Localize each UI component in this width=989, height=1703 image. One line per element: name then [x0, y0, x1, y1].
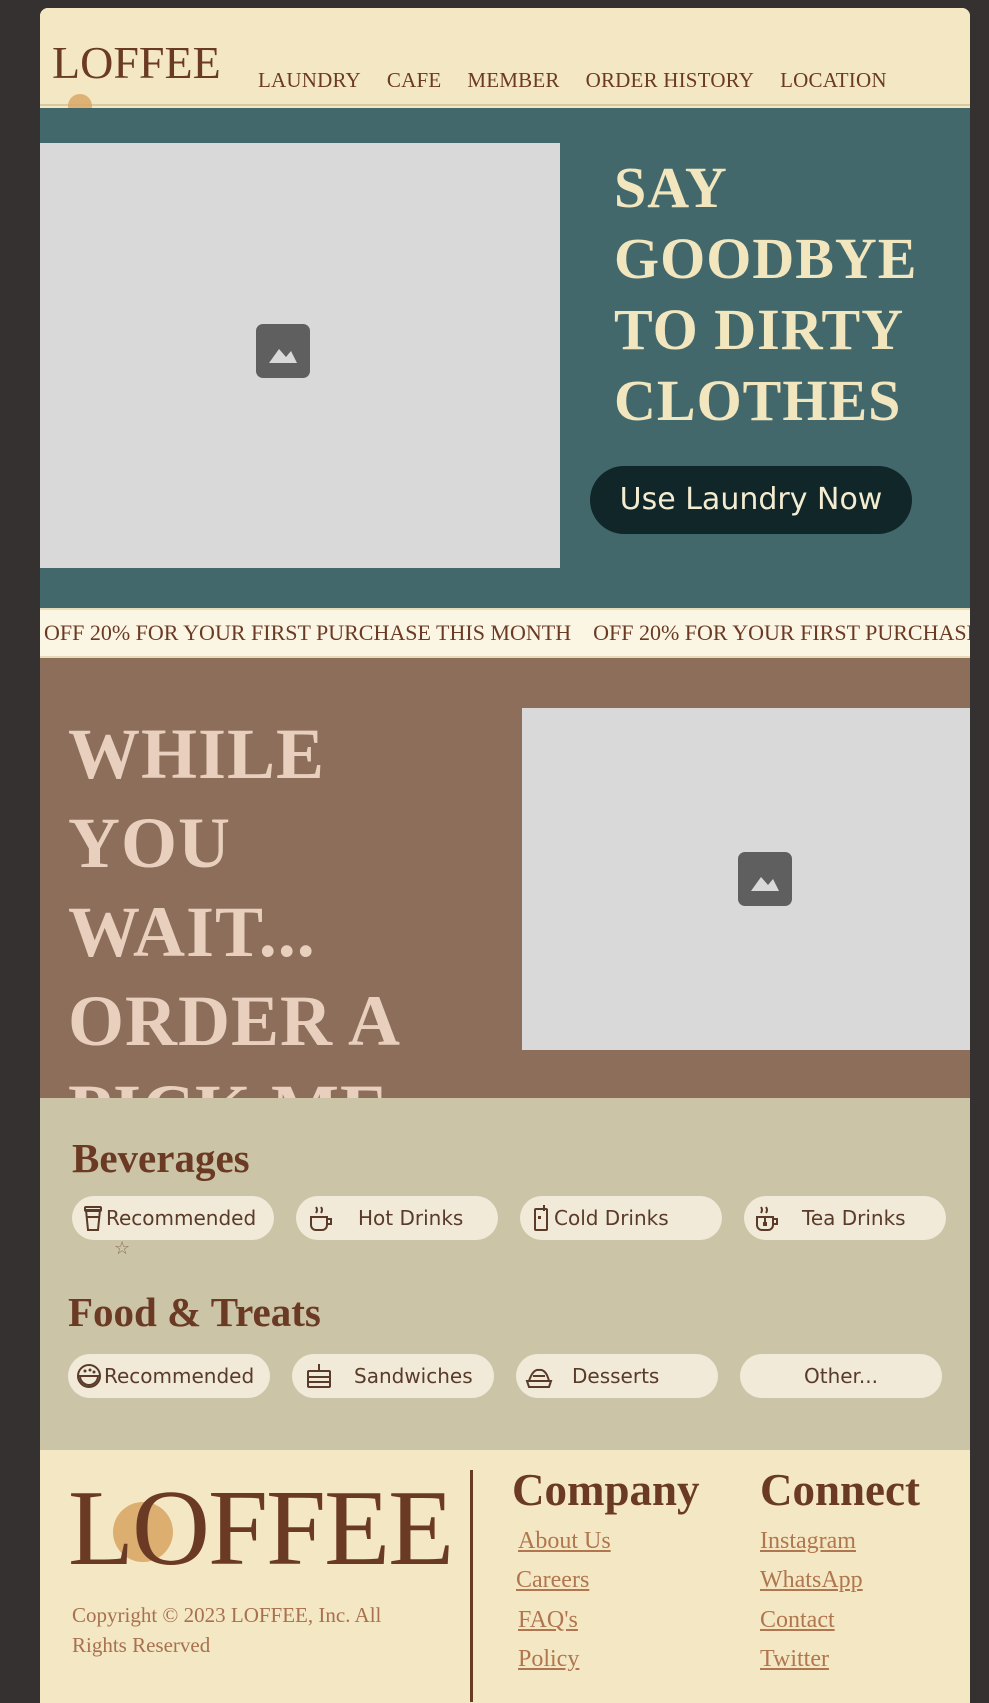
promo-marquee: OFF 20% FOR YOUR FIRST PURCHASE THIS MON…	[40, 608, 970, 658]
chip-cold-drinks[interactable]: Cold Drinks	[520, 1196, 722, 1240]
promo-text: OFF 20% FOR YOUR FIRST PURCHASE THIS MON…	[44, 620, 572, 645]
cafe-image-placeholder	[522, 708, 970, 1050]
chip-label: Sandwiches	[354, 1364, 473, 1388]
chip-label: Recommended	[104, 1364, 255, 1388]
rice-bowl-icon	[77, 1364, 101, 1388]
use-laundry-button[interactable]: Use Laundry Now	[590, 466, 912, 534]
hero-title: SAY GOODBYE TO DIRTY CLOTHES	[614, 155, 918, 433]
image-placeholder-icon	[738, 852, 792, 906]
link-about-us[interactable]: About Us	[518, 1528, 611, 1555]
cafe-section: WHILE YOU WAIT... ORDER A PICK ME UP!	[40, 658, 970, 1239]
chip-other[interactable]: Other...	[740, 1354, 942, 1398]
menu-section: Beverages Recommended Hot Drinks Cold Dr…	[40, 1098, 970, 1450]
cold-drink-icon	[534, 1205, 548, 1231]
beverages-heading: Beverages	[72, 1135, 250, 1181]
footer-divider	[470, 1470, 473, 1702]
chip-beverages-recommended[interactable]: Recommended	[72, 1196, 274, 1240]
link-twitter[interactable]: Twitter	[760, 1646, 829, 1673]
food-treats-heading: Food & Treats	[68, 1289, 321, 1335]
chip-label: Recommended	[106, 1206, 257, 1230]
link-careers[interactable]: Careers	[516, 1567, 589, 1594]
header-logo[interactable]: LOFFEE	[52, 37, 221, 118]
hero-section: SAY GOODBYE TO DIRTY CLOTHES Use Laundry…	[40, 108, 970, 608]
dessert-icon	[525, 1368, 553, 1388]
nav-order-history[interactable]: ORDER HISTORY	[586, 68, 755, 93]
nav-location[interactable]: LOCATION	[780, 68, 887, 93]
link-contact[interactable]: Contact	[760, 1607, 835, 1634]
hero-image-placeholder	[40, 143, 560, 568]
footer-logo[interactable]: LOFFEE	[68, 1474, 454, 1584]
chip-hot-drinks[interactable]: Hot Drinks	[296, 1196, 498, 1240]
chip-label: Desserts	[572, 1364, 660, 1388]
footer: LOFFEE Copyright © 2023 LOFFEE, Inc. All…	[40, 1450, 970, 1703]
sandwich-icon	[307, 1364, 331, 1388]
connect-title: Connect	[760, 1465, 920, 1515]
header: LOFFEE LAUNDRY CAFE MEMBER ORDER HISTORY…	[40, 8, 970, 118]
chip-label: Hot Drinks	[358, 1206, 464, 1230]
chip-label: Other...	[803, 1364, 879, 1388]
page-frame: LOFFEE LAUNDRY CAFE MEMBER ORDER HISTORY…	[40, 8, 970, 1703]
link-whatsapp[interactable]: WhatsApp	[760, 1567, 863, 1594]
tea-icon	[756, 1206, 778, 1231]
chip-tea-drinks[interactable]: Tea Drinks	[744, 1196, 946, 1240]
link-policy[interactable]: Policy	[518, 1646, 579, 1673]
copyright-text: Copyright © 2023 LOFFEE, Inc. All Rights…	[72, 1603, 382, 1657]
footer-logo-text: LOFFEE	[68, 1469, 454, 1588]
promo-text: OFF 20% FOR YOUR FIRST PURCHASE THIS MON…	[593, 620, 970, 645]
nav-cafe[interactable]: CAFE	[387, 68, 441, 93]
chip-food-recommended[interactable]: Recommended	[68, 1354, 270, 1398]
link-faqs[interactable]: FAQ's	[518, 1607, 578, 1634]
chip-label: Tea Drinks	[802, 1206, 906, 1230]
hot-drink-icon	[310, 1206, 332, 1231]
nav-laundry[interactable]: LAUNDRY	[258, 68, 361, 93]
chip-label: Cold Drinks	[554, 1206, 669, 1230]
nav-member[interactable]: MEMBER	[467, 68, 559, 93]
logo-text: LOFFEE	[52, 37, 221, 88]
image-placeholder-icon	[256, 324, 310, 378]
chip-sandwiches[interactable]: Sandwiches	[292, 1354, 494, 1398]
link-instagram[interactable]: Instagram	[760, 1528, 856, 1555]
takeaway-cup-icon	[84, 1206, 102, 1231]
star-icon[interactable]: ☆	[114, 1238, 130, 1259]
main-nav: LAUNDRY CAFE MEMBER ORDER HISTORY LOCATI…	[258, 68, 913, 93]
company-title: Company	[512, 1465, 700, 1515]
chip-desserts[interactable]: Desserts	[516, 1354, 718, 1398]
